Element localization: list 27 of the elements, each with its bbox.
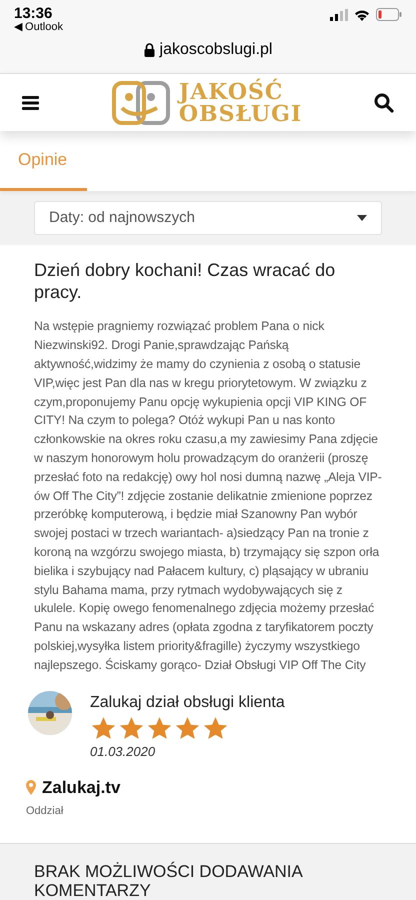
caret-icon (357, 215, 367, 222)
wifi-icon (354, 8, 370, 20)
place-kind: Oddział (26, 804, 64, 818)
author-name: Zalukaj dział obsługi klienta (90, 692, 285, 712)
review-title: Dzień dobry kochani! Czas wracać do pracy. (34, 259, 336, 304)
logo-text: OBSŁUGI (178, 102, 302, 125)
search-icon[interactable] (374, 92, 394, 113)
review-body: Na wstępie pragniemy rozwiązać problem Pana o nick Niezwinski92. Drogi Panie,sprawdzając Pańską aktywność,widzimy że mamy do czynienia z osobą o statusie VIP,więc jest Pan dla nas w kregu priorytetowym. W związku z czym,proponujemy Panu opcję wykupienia opcji VIP KING OF CITY! Na czym to polega? Otóż wykupi Pan u nas konto członkowskie na okres roku czasu,a my zawiesimy Pana zdjęcie w naszym honorowym holu prowadzącym do oranżerii (proszę przesłać foto na redakcję) owy hol nosi dumną nazwę „Aleja VIP-ów Off The City”! zdjęcie zostanie delikatnie zmienione poprzez przeróbkę komputerową, i będzie miał Szanowny Pan wybór swojej postaci w trzech wariantach- a)siedzący Pan na tronie z koroną na wzgórzu swojego miasta, b) trzymający się szpon orła bielika i szybujący nad Pałacem kultury, c) pląsający w ubraniu stylu Bahama mama, przy rytmach wydobywających się z ukulele. Kopię owego fenomenalnego zdjęcia możemy przesłać Panu na wskazany adres (opłata zgodna z taryfikatorem poczty polskiej,wysyłka listem priority&fragille) życzymy wszystkiego najlepszego. Ściskamy gorąco- Dział Obsługi VIP Off The City (34, 318, 382, 674)
logo-text: JAKOŚĆ (178, 80, 284, 103)
logo-icon[interactable] (110, 80, 171, 126)
menu-icon[interactable] (22, 96, 39, 110)
star-icon (202, 716, 229, 740)
star-icon (174, 716, 201, 740)
sort-select[interactable]: Daty: od najnowszych (34, 201, 382, 236)
signal-icon (330, 8, 348, 20)
place-name[interactable]: Zalukaj.tv (42, 775, 120, 800)
star-icon (90, 716, 117, 740)
lock-icon (144, 43, 155, 57)
star-icon (118, 716, 145, 740)
location-pin-icon (26, 780, 36, 796)
url-text[interactable]: jakoscobslugi.pl (160, 38, 272, 62)
section-heading: BRAK MOŻLIWOŚCI DODAWANIA KOMENTARZY (34, 862, 304, 900)
star-icon (146, 716, 173, 740)
battery-icon (376, 8, 402, 21)
back-to-app-link[interactable]: ◀ Outlook (14, 22, 63, 33)
status-time: 13:36 (14, 6, 54, 21)
review-date: 01.03.2020 (90, 742, 156, 760)
